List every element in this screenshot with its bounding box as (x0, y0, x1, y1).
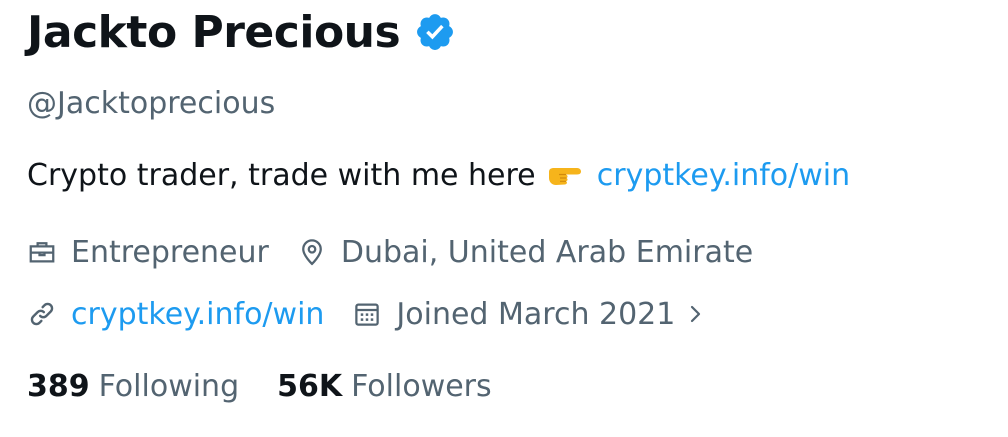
profile-header: Jackto Precious @Jacktoprecious Crypto t… (0, 0, 1008, 437)
display-name: Jackto Precious (27, 6, 401, 58)
location-label: Dubai, United Arab Emirate (340, 234, 754, 270)
following-label: Following (98, 368, 240, 404)
bio: Crypto trader, trade with me here cryptk… (27, 158, 850, 193)
link-icon (30, 302, 54, 326)
profile-meta-row-1: Entrepreneur Dubai, United Arab Emirate (27, 232, 781, 272)
verified-badge-icon[interactable] (414, 11, 456, 53)
user-handle: @Jacktoprecious (27, 86, 276, 121)
followers-count: 56K (277, 368, 343, 404)
website: cryptkey.info/win (27, 297, 324, 332)
calendar-icon (355, 303, 380, 326)
pointing-right-hand-emoji (549, 168, 582, 185)
location-pin-icon (301, 239, 322, 266)
name-row: Jackto Precious (27, 4, 456, 60)
briefcase-icon (29, 242, 55, 263)
join-date-label: Joined March 2021 (396, 296, 676, 332)
following-count: 389 (27, 368, 90, 404)
profile-meta-row-2: cryptkey.info/win Joined March 2021 (27, 294, 735, 334)
profession-label: Entrepreneur (71, 234, 269, 270)
followers-link[interactable]: 56K Followers (277, 369, 492, 404)
follow-stats: 389 Following 56K Followers (27, 366, 530, 406)
following-link[interactable]: 389 Following (27, 369, 239, 404)
bio-text: Crypto trader, trade with me here (27, 158, 536, 193)
location: Dubai, United Arab Emirate (297, 235, 753, 270)
join-date[interactable]: Joined March 2021 (352, 297, 707, 332)
website-link[interactable]: cryptkey.info/win (71, 297, 324, 332)
followers-label: Followers (351, 368, 492, 404)
bio-link[interactable]: cryptkey.info/win (597, 158, 850, 193)
profession: Entrepreneur (27, 235, 269, 270)
chevron-right-icon[interactable] (685, 300, 707, 328)
